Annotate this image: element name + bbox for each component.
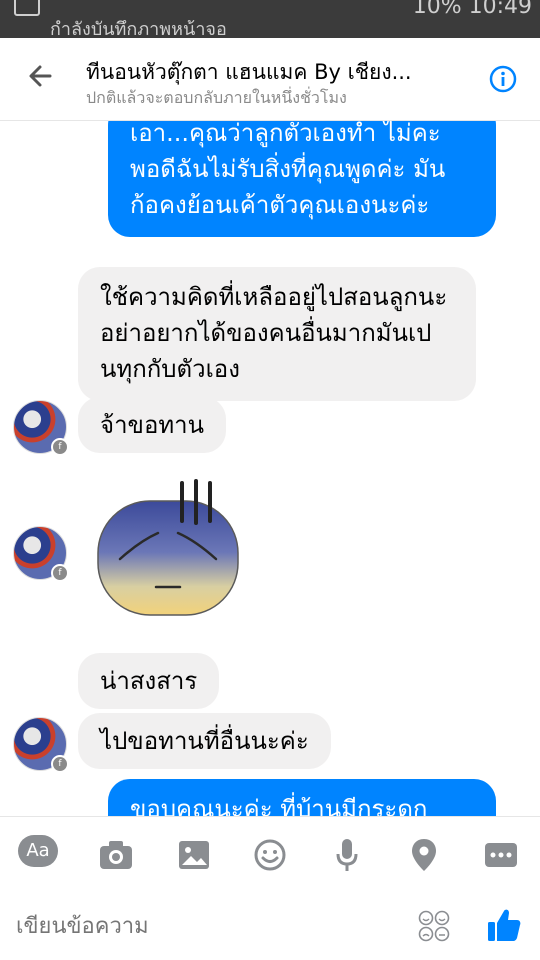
message-bubble-outgoing[interactable]: เอา...คุณว่าลูกตัวเองทำ ไม่คะ พอดีฉันไม่… <box>108 121 496 237</box>
smiley-icon[interactable] <box>250 835 290 875</box>
microphone-icon[interactable] <box>327 835 367 875</box>
sad-face-sticker[interactable] <box>96 479 242 619</box>
status-bar: กำลังบันทึกภาพหน้าจอ 10% 10:49 <box>0 0 540 38</box>
chat-title: ทีนอนหัวตุ๊กตา แฮนแมค By เชียง... <box>86 60 412 84</box>
thumbs-up-icon[interactable] <box>486 906 522 944</box>
message-text: ใช้ความคิดที่เหลืออยู่ไปสอนลูกนะอย่าอยาก… <box>100 283 448 383</box>
conversation[interactable]: เอา...คุณว่าลูกตัวเองทำ ไม่คะ พอดีฉันไม่… <box>0 121 540 816</box>
message-text: น่าสงสาร <box>100 667 198 695</box>
message-bubble-incoming[interactable]: จ้าขอทาน <box>78 397 227 453</box>
composer-toolbar: Aa <box>0 816 540 889</box>
message-bubble-incoming[interactable]: ไปขอทานที่อื่นนะค่ะ <box>78 713 331 769</box>
sender-avatar[interactable]: f <box>13 400 69 456</box>
screenshot-icon <box>14 0 40 16</box>
sender-avatar[interactable]: f <box>13 526 69 582</box>
chat-header: ทีนอนหัวตุ๊กตา แฮนแมค By เชียง... ปกติแล… <box>0 38 540 121</box>
messenger-badge-icon: f <box>51 564 69 582</box>
message-text: ขอบคุณนะค่ะ ที่บ้านมีกระดก <box>130 795 428 816</box>
message-text: เอา...คุณว่าลูกตัวเองทำ ไม่คะ พอดีฉันไม่… <box>130 121 446 219</box>
info-icon[interactable] <box>488 64 518 94</box>
more-icon[interactable] <box>481 835 521 875</box>
text-style-button[interactable]: Aa <box>18 835 58 867</box>
status-icons-left <box>0 0 40 20</box>
messenger-badge-icon: f <box>51 438 69 456</box>
message-bubble-outgoing[interactable]: ขอบคุณนะค่ะ ที่บ้านมีกระดก <box>108 779 496 816</box>
message-text: จ้าขอทาน <box>100 411 205 439</box>
location-icon[interactable] <box>404 835 444 875</box>
message-text: ไปขอทานที่อื่นนะค่ะ <box>100 727 309 755</box>
messenger-badge-icon: f <box>51 755 69 773</box>
compose-bar <box>0 888 540 960</box>
message-bubble-incoming[interactable]: น่าสงสาร <box>78 653 220 709</box>
emoji-picker-icon[interactable] <box>416 908 452 944</box>
status-right-text: 10% 10:49 <box>412 0 532 19</box>
back-arrow-icon[interactable] <box>22 56 62 96</box>
sender-avatar[interactable]: f <box>13 717 69 773</box>
chat-subtitle: ปกติแล้วจะตอบกลับภายในหนึ่งชั่วโมง <box>86 88 347 107</box>
message-input[interactable] <box>14 904 398 948</box>
message-bubble-incoming[interactable]: ใช้ความคิดที่เหลืออยู่ไปสอนลูกนะอย่าอยาก… <box>78 267 476 401</box>
camera-icon[interactable] <box>96 835 136 875</box>
status-notification-text: กำลังบันทึกภาพหน้าจอ <box>50 19 227 38</box>
image-icon[interactable] <box>174 835 214 875</box>
